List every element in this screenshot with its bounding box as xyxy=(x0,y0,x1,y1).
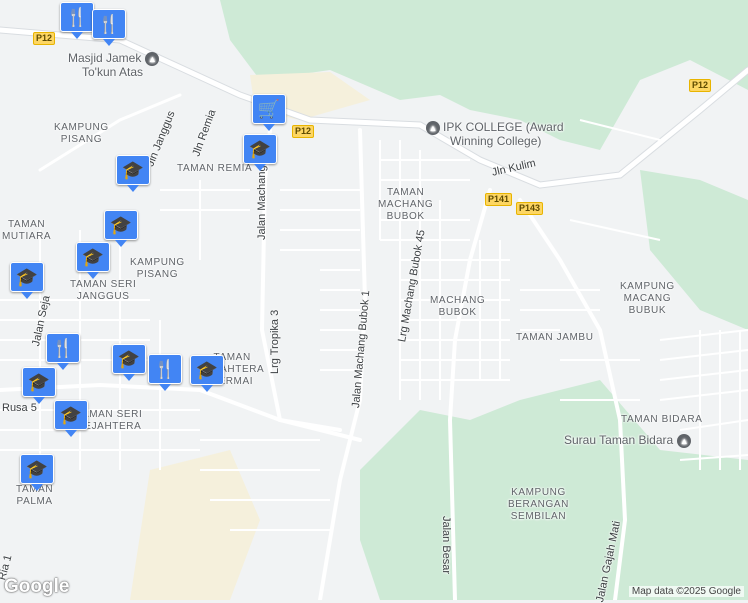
place-taman-seri-janggus: TAMAN SERI JANGGUS xyxy=(70,279,137,302)
marker-restaurant[interactable]: 🍴 xyxy=(148,354,182,391)
mosque-icon: ▲ xyxy=(677,434,692,448)
route-shield-p141: P141 xyxy=(485,193,513,206)
graduation-cap-icon: 🎓 xyxy=(76,242,110,272)
cart-icon: 🛒 xyxy=(252,94,286,124)
graduation-cap-icon: 🎓 xyxy=(190,355,224,385)
place-machang-bubok: MACHANG BUBOK xyxy=(430,295,486,318)
marker-school[interactable]: 🎓 xyxy=(22,367,56,404)
place-kampung-macang-bubuk: KAMPUNG MACANG BUBUK xyxy=(620,281,675,316)
graduation-cap-icon: 🎓 xyxy=(54,400,88,430)
google-logo: Google xyxy=(4,576,70,597)
fork-knife-icon: 🍴 xyxy=(60,2,94,32)
place-taman-jambu: TAMAN JAMBU xyxy=(516,332,594,343)
marker-school[interactable]: 🎓 xyxy=(20,454,54,491)
mosque-icon: ▲ xyxy=(145,52,160,66)
place-kampung-berangan-sembilan: KAMPUNG BERANGAN SEMBILAN xyxy=(508,487,569,522)
school-icon: ▲ xyxy=(426,121,440,135)
graduation-cap-icon: 🎓 xyxy=(116,155,150,185)
marker-restaurant[interactable]: 🍴 xyxy=(46,333,80,370)
road-label-rusa: Rusa 5 xyxy=(2,402,37,414)
marker-restaurant[interactable]: 🍴 xyxy=(60,2,94,39)
road-label-lrg-tropika-3: Lrg Tropika 3 xyxy=(269,309,281,374)
masjid-label-line1: Masjid Jamek xyxy=(68,51,142,66)
graduation-cap-icon: 🎓 xyxy=(243,134,277,164)
route-shield-p143: P143 xyxy=(516,202,544,215)
graduation-cap-icon: 🎓 xyxy=(20,454,54,484)
marker-school[interactable]: 🎓 xyxy=(243,134,277,171)
fork-knife-icon: 🍴 xyxy=(148,354,182,384)
marker-school[interactable]: 🎓 xyxy=(76,242,110,279)
route-shield-p12: P12 xyxy=(689,79,712,92)
road-label-jalan-machang: Jalan Machang xyxy=(256,165,268,240)
graduation-cap-icon: 🎓 xyxy=(112,344,146,374)
marker-school[interactable]: 🎓 xyxy=(10,262,44,299)
masjid-label-line2: To'kun Atas xyxy=(82,65,143,79)
graduation-cap-icon: 🎓 xyxy=(22,367,56,397)
place-taman-bidara: TAMAN BIDARA xyxy=(621,414,703,425)
fork-knife-icon: 🍴 xyxy=(92,9,126,39)
place-taman-remia: TAMAN REMIA xyxy=(177,163,253,174)
poi-ipk-college[interactable]: ▲ IPK COLLEGE (Award Winning College) xyxy=(426,121,564,148)
road-label-jalan-besar: Jalan Besar xyxy=(440,516,452,575)
graduation-cap-icon: 🎓 xyxy=(104,210,138,240)
place-kampung-pisang-north: KAMPUNG PISANG xyxy=(54,122,109,145)
marker-school[interactable]: 🎓 xyxy=(116,155,150,192)
marker-school[interactable]: 🎓 xyxy=(104,210,138,247)
place-kampung-pisang-south: KAMPUNG PISANG xyxy=(130,257,185,280)
graduation-cap-icon: 🎓 xyxy=(10,262,44,292)
fork-knife-icon: 🍴 xyxy=(46,333,80,363)
poi-surau-taman-bidara[interactable]: Surau Taman Bidara ▲ xyxy=(564,434,694,448)
route-shield-p12: P12 xyxy=(33,32,56,45)
marker-restaurant[interactable]: 🍴 xyxy=(92,9,126,46)
route-shield-p12: P12 xyxy=(292,125,315,138)
marker-school[interactable]: 🎓 xyxy=(54,400,88,437)
marker-school[interactable]: 🎓 xyxy=(190,355,224,392)
place-masjid[interactable]: Masjid Jamek ▲ To'kun Atas xyxy=(68,52,162,79)
map-attribution: Map data ©2025 Google xyxy=(628,586,744,597)
place-taman-machang-bubok: TAMAN MACHANG BUBOK xyxy=(378,187,434,222)
place-taman-mutiara: TAMAN MUTIARA xyxy=(2,219,52,242)
marker-school[interactable]: 🎓 xyxy=(112,344,146,381)
marker-shopping[interactable]: 🛒 xyxy=(252,94,286,131)
